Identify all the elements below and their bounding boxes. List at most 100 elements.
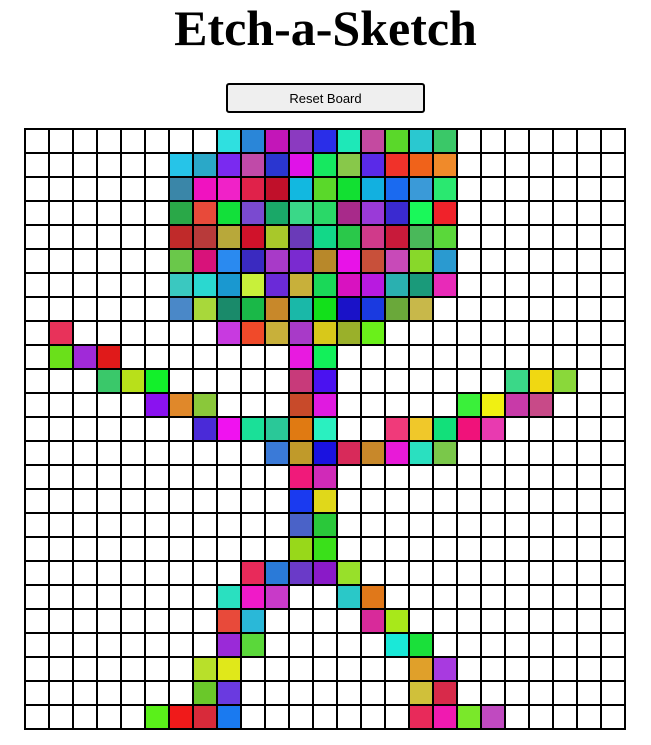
grid-cell[interactable] — [25, 129, 49, 153]
grid-cell[interactable] — [433, 609, 457, 633]
grid-cell[interactable] — [457, 489, 481, 513]
grid-cell[interactable] — [193, 297, 217, 321]
grid-cell[interactable] — [169, 393, 193, 417]
grid-cell[interactable] — [145, 513, 169, 537]
grid-cell[interactable] — [73, 129, 97, 153]
grid-cell[interactable] — [529, 345, 553, 369]
grid-cell[interactable] — [433, 297, 457, 321]
grid-cell[interactable] — [217, 657, 241, 681]
grid-cell[interactable] — [481, 369, 505, 393]
grid-cell[interactable] — [433, 393, 457, 417]
grid-cell[interactable] — [49, 369, 73, 393]
grid-cell[interactable] — [25, 225, 49, 249]
grid-cell[interactable] — [337, 441, 361, 465]
grid-cell[interactable] — [385, 681, 409, 705]
grid-cell[interactable] — [25, 369, 49, 393]
grid-cell[interactable] — [169, 633, 193, 657]
reset-board-button[interactable]: Reset Board — [226, 83, 425, 113]
grid-cell[interactable] — [433, 705, 457, 729]
grid-cell[interactable] — [601, 681, 625, 705]
grid-cell[interactable] — [97, 513, 121, 537]
grid-cell[interactable] — [601, 369, 625, 393]
grid-cell[interactable] — [601, 465, 625, 489]
grid-cell[interactable] — [577, 297, 601, 321]
grid-cell[interactable] — [577, 465, 601, 489]
grid-cell[interactable] — [481, 489, 505, 513]
grid-cell[interactable] — [169, 537, 193, 561]
grid-cell[interactable] — [361, 153, 385, 177]
grid-cell[interactable] — [433, 417, 457, 441]
grid-cell[interactable] — [457, 561, 481, 585]
grid-cell[interactable] — [529, 465, 553, 489]
grid-cell[interactable] — [25, 561, 49, 585]
grid-cell[interactable] — [601, 177, 625, 201]
grid-cell[interactable] — [313, 177, 337, 201]
grid-cell[interactable] — [553, 225, 577, 249]
grid-cell[interactable] — [313, 417, 337, 441]
grid-cell[interactable] — [601, 273, 625, 297]
grid-cell[interactable] — [265, 585, 289, 609]
grid-cell[interactable] — [121, 537, 145, 561]
grid-cell[interactable] — [553, 585, 577, 609]
grid-cell[interactable] — [481, 153, 505, 177]
grid-cell[interactable] — [217, 633, 241, 657]
grid-cell[interactable] — [457, 393, 481, 417]
grid-cell[interactable] — [265, 297, 289, 321]
grid-cell[interactable] — [337, 249, 361, 273]
grid-cell[interactable] — [409, 369, 433, 393]
grid-cell[interactable] — [313, 657, 337, 681]
grid-cell[interactable] — [385, 465, 409, 489]
grid-cell[interactable] — [409, 249, 433, 273]
grid-cell[interactable] — [577, 657, 601, 681]
grid-cell[interactable] — [481, 609, 505, 633]
grid-cell[interactable] — [73, 681, 97, 705]
grid-cell[interactable] — [49, 657, 73, 681]
grid-cell[interactable] — [385, 225, 409, 249]
grid-cell[interactable] — [121, 465, 145, 489]
grid-cell[interactable] — [289, 345, 313, 369]
grid-cell[interactable] — [145, 153, 169, 177]
grid-cell[interactable] — [193, 681, 217, 705]
grid-cell[interactable] — [289, 681, 313, 705]
grid-cell[interactable] — [49, 417, 73, 441]
grid-cell[interactable] — [289, 177, 313, 201]
grid-cell[interactable] — [73, 249, 97, 273]
grid-cell[interactable] — [385, 537, 409, 561]
grid-cell[interactable] — [409, 273, 433, 297]
grid-cell[interactable] — [241, 465, 265, 489]
grid-cell[interactable] — [337, 345, 361, 369]
grid-cell[interactable] — [337, 657, 361, 681]
grid-cell[interactable] — [73, 153, 97, 177]
grid-cell[interactable] — [313, 321, 337, 345]
grid-cell[interactable] — [217, 273, 241, 297]
grid-cell[interactable] — [193, 273, 217, 297]
grid-cell[interactable] — [505, 633, 529, 657]
grid-cell[interactable] — [433, 585, 457, 609]
grid-cell[interactable] — [145, 201, 169, 225]
grid-cell[interactable] — [289, 249, 313, 273]
grid-cell[interactable] — [265, 465, 289, 489]
grid-cell[interactable] — [337, 201, 361, 225]
grid-cell[interactable] — [337, 321, 361, 345]
grid-cell[interactable] — [457, 225, 481, 249]
grid-cell[interactable] — [121, 705, 145, 729]
grid-cell[interactable] — [337, 153, 361, 177]
grid-cell[interactable] — [49, 585, 73, 609]
grid-cell[interactable] — [73, 273, 97, 297]
grid-cell[interactable] — [265, 249, 289, 273]
grid-cell[interactable] — [25, 249, 49, 273]
grid-cell[interactable] — [337, 489, 361, 513]
grid-cell[interactable] — [601, 441, 625, 465]
grid-cell[interactable] — [409, 225, 433, 249]
grid-cell[interactable] — [529, 225, 553, 249]
grid-cell[interactable] — [313, 441, 337, 465]
grid-cell[interactable] — [337, 537, 361, 561]
grid-cell[interactable] — [97, 609, 121, 633]
grid-cell[interactable] — [289, 489, 313, 513]
grid-cell[interactable] — [481, 537, 505, 561]
grid-cell[interactable] — [361, 369, 385, 393]
grid-cell[interactable] — [97, 369, 121, 393]
grid-cell[interactable] — [169, 513, 193, 537]
grid-cell[interactable] — [601, 705, 625, 729]
grid-cell[interactable] — [241, 657, 265, 681]
